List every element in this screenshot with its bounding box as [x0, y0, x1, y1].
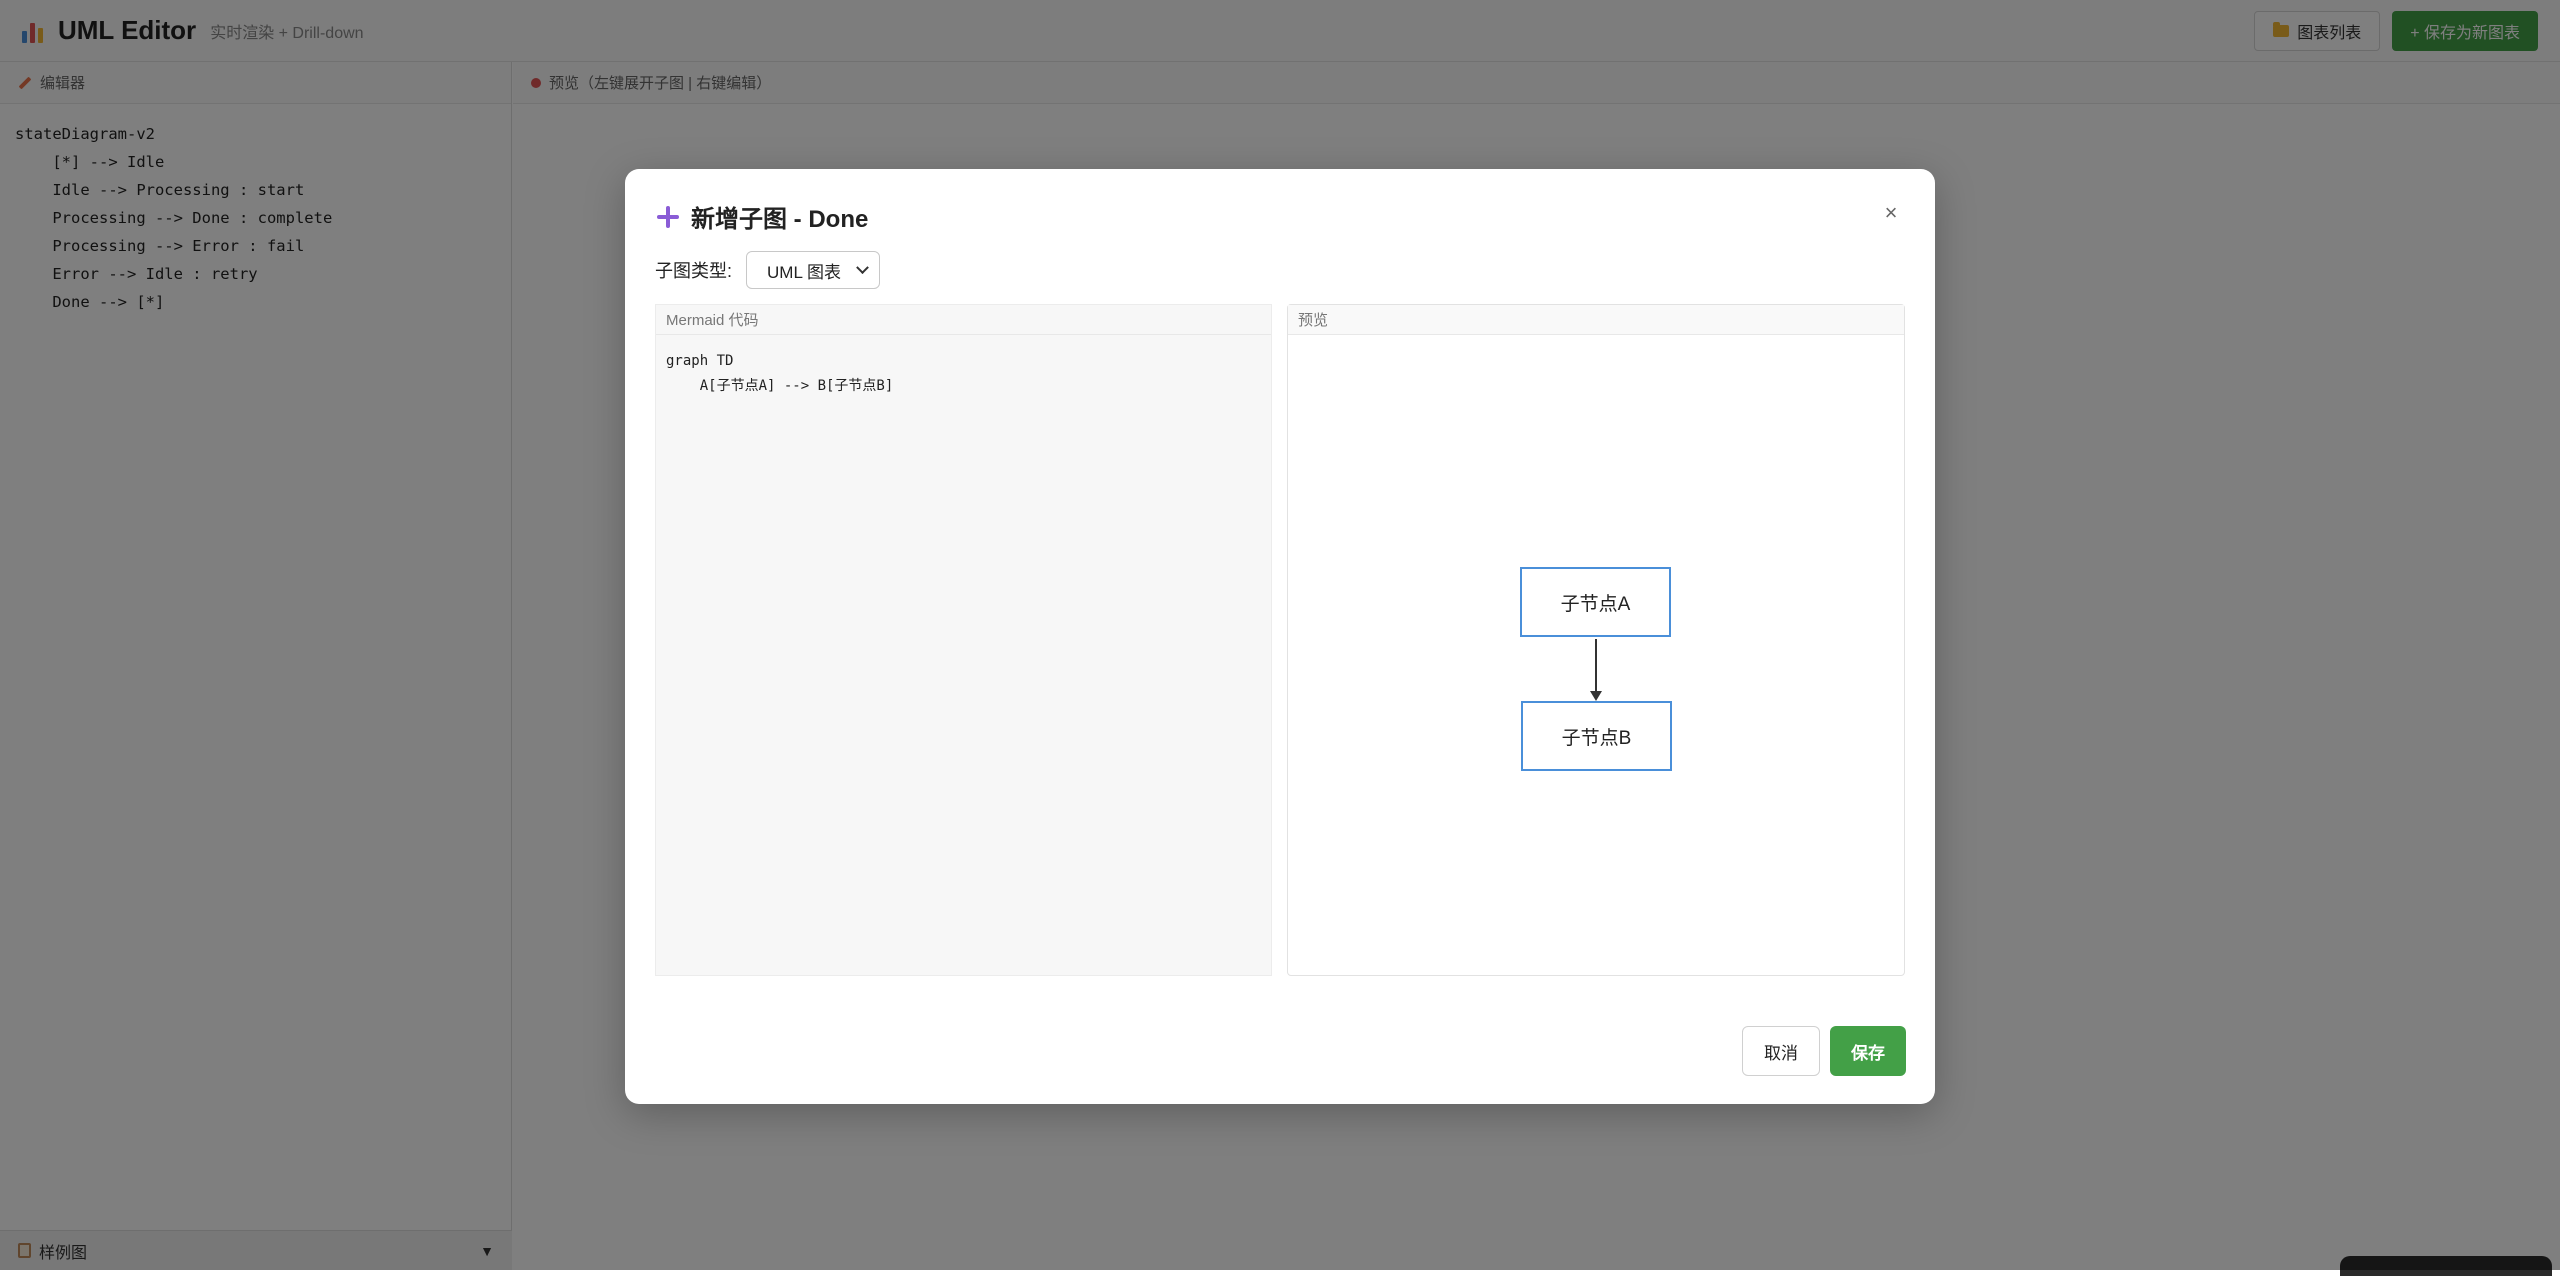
modal-title-text: 新增子图 - Done [691, 206, 869, 233]
add-subgraph-modal: 新增子图 - Done × 子图类型: UML 图表 Mermaid 代码 gr… [625, 169, 1935, 1104]
subgraph-preview-canvas: 子节点A 子节点B [1288, 335, 1904, 975]
node-b[interactable]: 子节点B [1521, 701, 1672, 771]
chevron-down-icon [856, 260, 869, 274]
subgraph-type-label: 子图类型: [655, 261, 733, 281]
close-icon[interactable]: × [1877, 199, 1905, 227]
app-root: UML Editor 实时渲染 + Drill-down 图表列表 + 保存为新… [0, 0, 2560, 1276]
cancel-button[interactable]: 取消 [1742, 1026, 1820, 1076]
subgraph-preview-panel: 预览 子节点A 子节点B [1287, 304, 1905, 976]
mermaid-code-input[interactable]: graph TD A[子节点A] --> B[子节点B] [656, 335, 1271, 413]
plus-icon [657, 205, 679, 228]
mermaid-code-panel: Mermaid 代码 graph TD A[子节点A] --> B[子节点B] [655, 304, 1272, 976]
subgraph-type-select[interactable]: UML 图表 [746, 251, 881, 289]
modal-title: 新增子图 - Done [657, 199, 868, 234]
edge-line [1595, 639, 1597, 693]
subgraph-preview-label: 预览 [1288, 305, 1904, 335]
node-a[interactable]: 子节点A [1520, 567, 1671, 637]
arrow-head-icon [1590, 691, 1602, 701]
subgraph-type-value: UML 图表 [767, 262, 842, 282]
subgraph-type-row: 子图类型: UML 图表 [655, 251, 881, 289]
mermaid-code-label: Mermaid 代码 [656, 305, 1271, 335]
save-button[interactable]: 保存 [1830, 1026, 1906, 1076]
